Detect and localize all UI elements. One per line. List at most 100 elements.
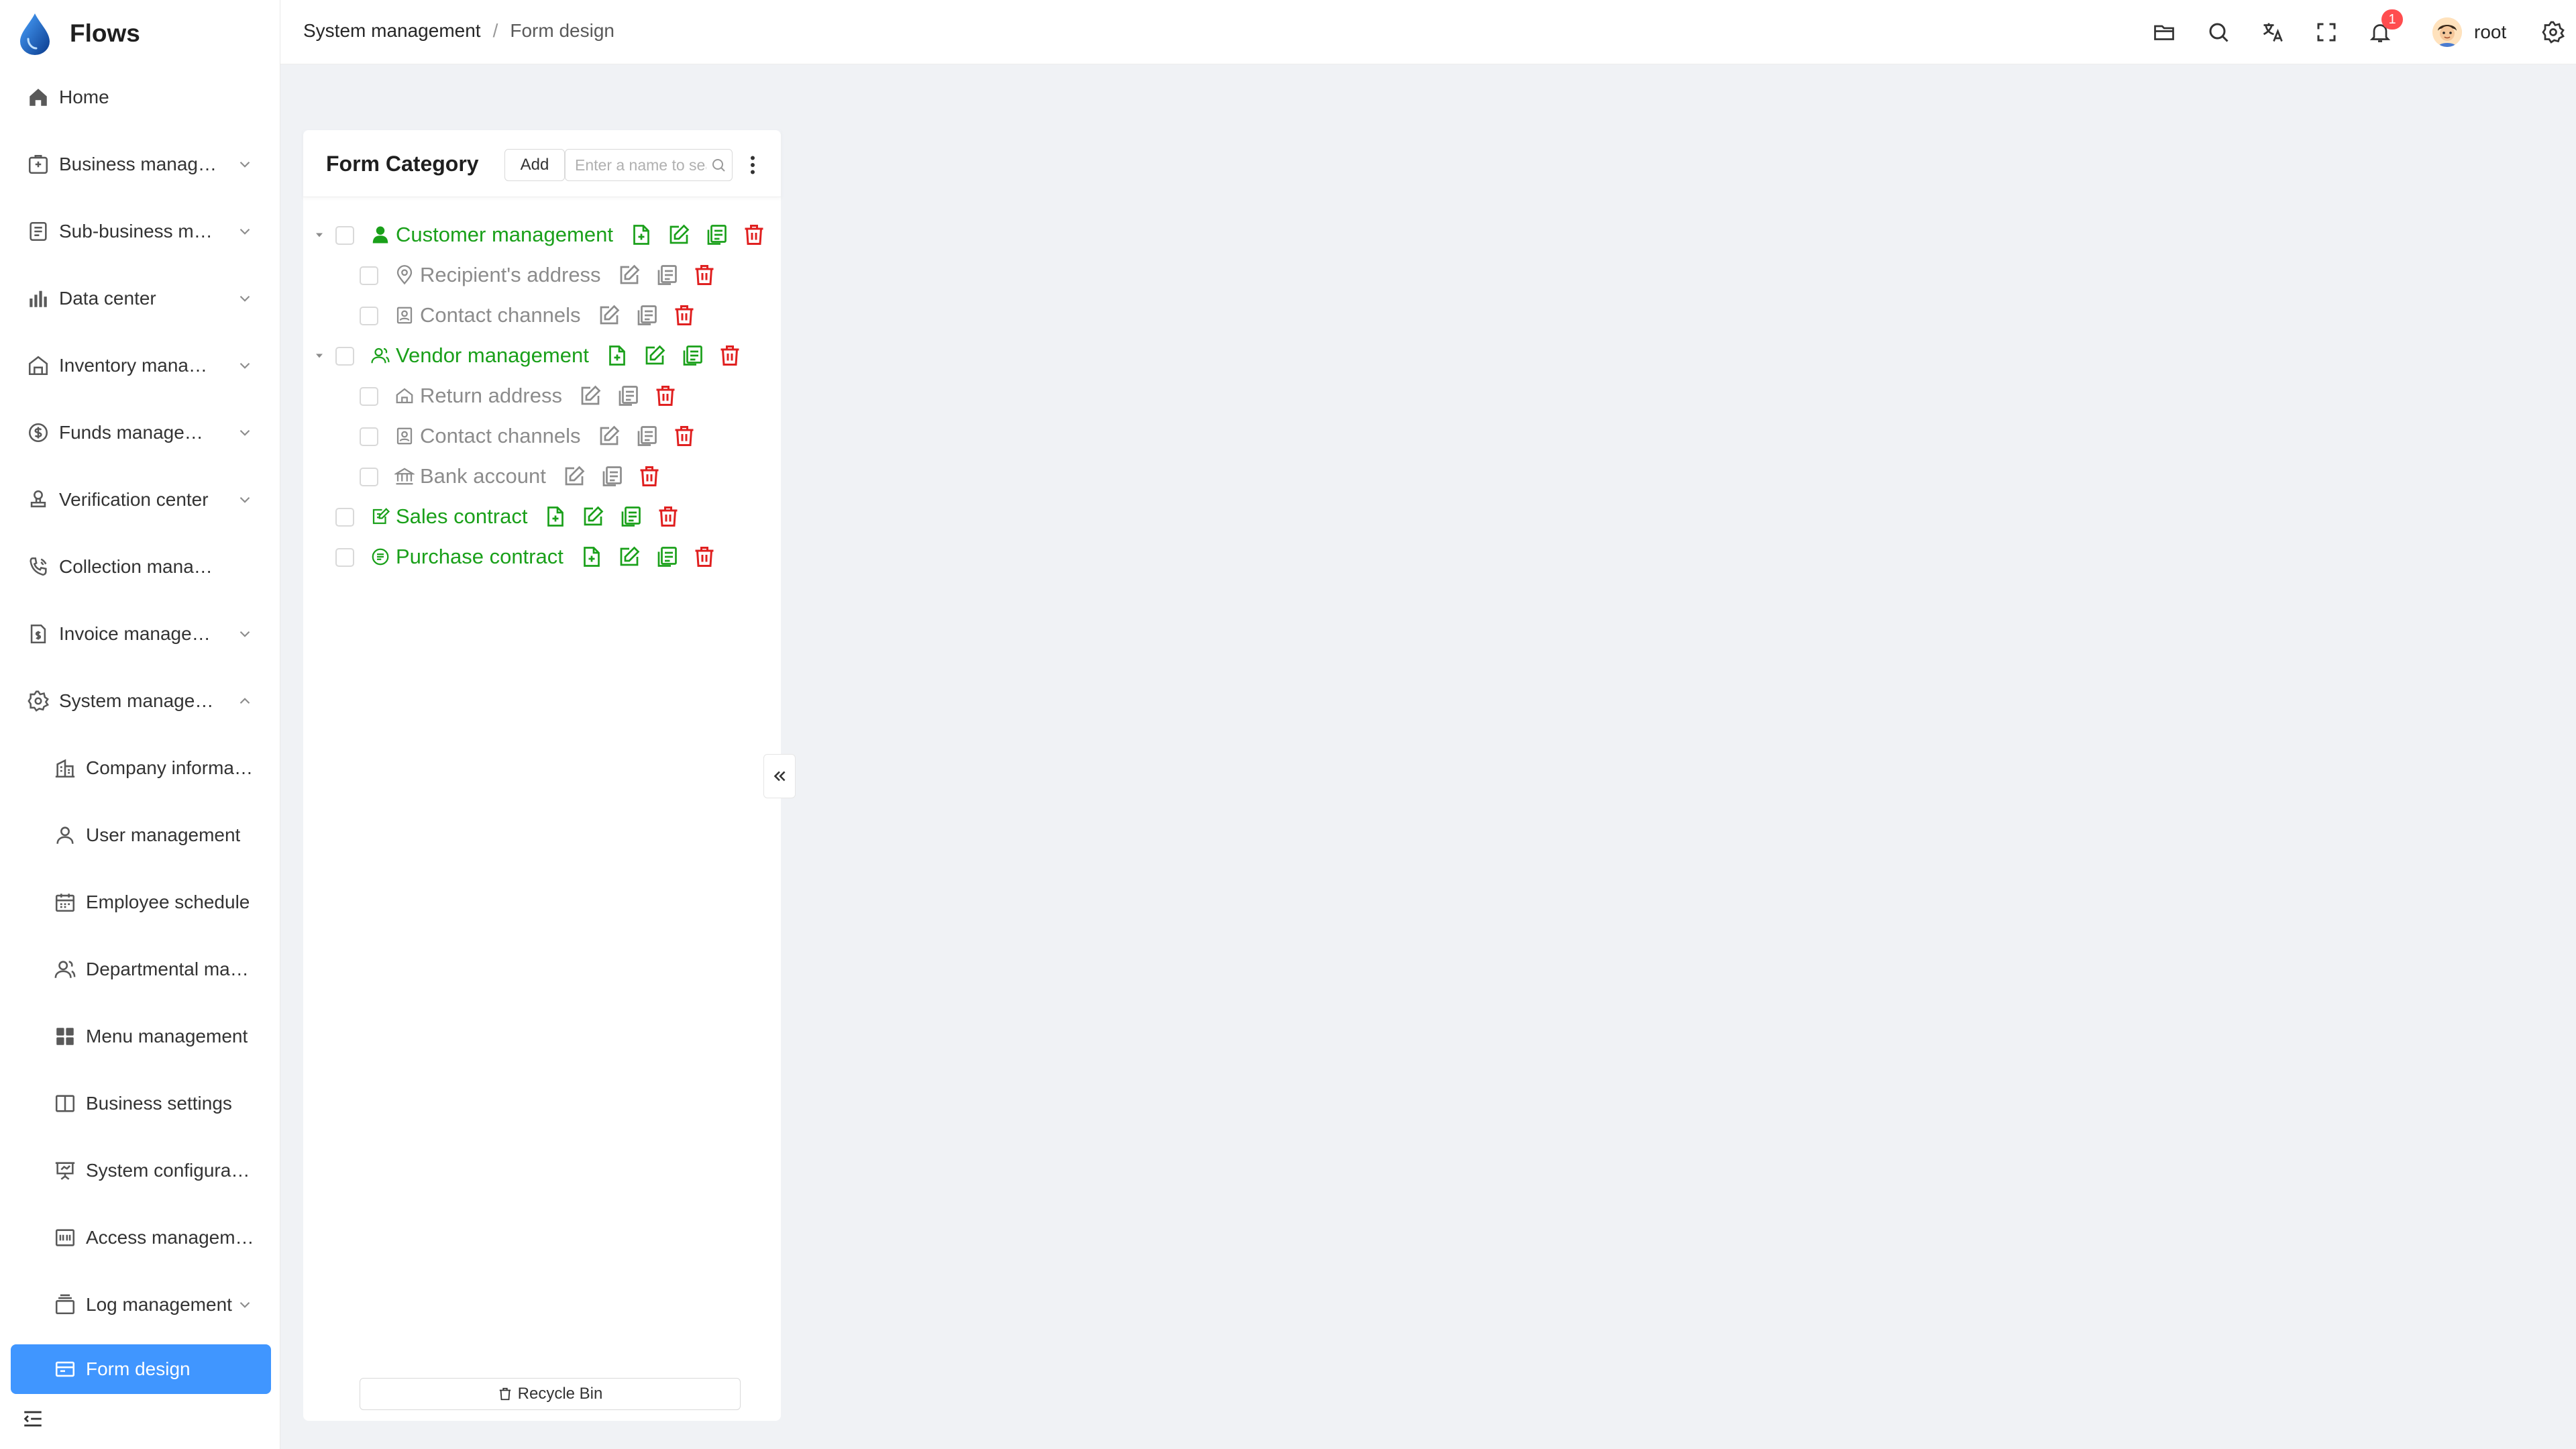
delete-icon[interactable] [692,263,716,287]
copy-icon[interactable] [655,545,679,569]
menu-fold-icon[interactable] [21,1407,44,1430]
sidebar-item-departmental-management[interactable]: Departmental management [11,945,271,994]
delete-icon[interactable] [672,424,696,448]
sidebar-item-inventory-management[interactable]: Inventory management [11,341,271,390]
tree-node-label: Customer management [396,223,613,246]
tree-node[interactable]: Bank account [303,456,781,496]
sidebar-item-funds-management[interactable]: Funds management [11,408,271,458]
list-icon [30,221,47,241]
notifications[interactable]: 1 [2368,9,2403,47]
add-file-icon[interactable] [543,504,568,529]
copy-icon[interactable] [680,343,704,368]
sidebar-item-form-design[interactable]: Form design [11,1344,271,1394]
sidebar-item-verification-center[interactable]: Verification center [11,475,271,525]
sidebar-item-sub-business-management[interactable]: Sub-business management [11,207,271,256]
add-file-icon[interactable] [605,343,629,368]
caret-down-icon[interactable] [313,349,326,362]
copy-icon[interactable] [616,384,640,408]
edit-icon[interactable] [617,263,641,287]
sidebar-item-data-center[interactable]: Data center [11,274,271,323]
category-search[interactable] [565,149,733,181]
delete-icon[interactable] [692,545,716,569]
collapse-panel-button[interactable] [763,754,796,798]
tree-node-label: Contact channels [420,303,581,327]
tree-checkbox[interactable] [360,427,378,446]
edit-icon[interactable] [597,303,621,327]
sidebar-item-collection-management[interactable]: Collection management [11,542,271,592]
tree-node[interactable]: Sales contract [303,496,781,537]
delete-icon[interactable] [742,223,766,247]
copy-icon[interactable] [704,223,729,247]
tree-checkbox[interactable] [360,468,378,486]
tree-node[interactable]: Purchase contract [303,537,781,577]
copy-icon[interactable] [635,303,659,327]
more-vertical-icon[interactable] [741,153,765,177]
translate-icon[interactable] [2261,20,2285,44]
bar-chart-icon [30,290,47,307]
edit-icon[interactable] [667,223,691,247]
sidebar-item-home[interactable]: Home [11,72,271,122]
add-button[interactable]: Add [504,149,565,181]
user-icon [56,826,74,844]
user-name: root [2474,21,2507,42]
copy-icon[interactable] [600,464,624,488]
user-menu[interactable]: root [2432,17,2506,47]
tree-node[interactable]: Contact channels [303,416,781,456]
copy-icon[interactable] [635,424,659,448]
edit-icon[interactable] [643,343,667,368]
fullscreen-icon[interactable] [2314,20,2339,44]
sidebar-item-label: System management [59,690,217,711]
sidebar-item-user-management[interactable]: User management [11,810,271,860]
tree-checkbox[interactable] [360,266,378,285]
search-icon[interactable] [2206,20,2231,44]
tree-checkbox[interactable] [335,347,354,366]
add-file-icon[interactable] [580,545,604,569]
tree-node[interactable]: Vendor management [303,335,781,376]
sidebar-item-company-information[interactable]: Company information [11,743,271,793]
bank-icon [394,468,415,485]
delete-icon[interactable] [672,303,696,327]
sidebar-item-label: Access management [86,1227,255,1248]
search-input[interactable] [575,156,706,174]
recycle-bin-button[interactable]: Recycle Bin [360,1378,741,1410]
edit-icon[interactable] [578,384,602,408]
tree-checkbox[interactable] [360,307,378,325]
caret-down-icon[interactable] [313,228,326,241]
tree-checkbox[interactable] [335,548,354,567]
tree-node[interactable]: Recipient's address [303,255,781,295]
sidebar-item-menu-management[interactable]: Menu management [11,1012,271,1061]
sidebar-item-business-management[interactable]: Business management [11,140,271,189]
folder-icon[interactable] [2152,20,2176,44]
copy-icon[interactable] [619,504,643,529]
delete-icon[interactable] [637,464,661,488]
brand[interactable]: Flows [16,12,140,55]
tree-node[interactable]: Return address [303,376,781,416]
edit-icon[interactable] [617,545,641,569]
copy-icon[interactable] [655,263,679,287]
sidebar-item-employee-schedule[interactable]: Employee schedule [11,877,271,927]
delete-icon[interactable] [653,384,678,408]
sidebar-item-label: Verification center [59,489,209,510]
settings-gear-icon[interactable] [2541,20,2565,44]
sidebar-item-invoice-management[interactable]: Invoice management [11,609,271,659]
sidebar-item-business-settings[interactable]: Business settings [11,1079,271,1128]
tree-node[interactable]: Contact channels [303,295,781,335]
edit-icon[interactable] [597,424,621,448]
tree-checkbox[interactable] [335,226,354,245]
sidebar-item-log-management[interactable]: Log management [11,1280,271,1330]
sidebar-item-system-configuration[interactable]: System configuration [11,1146,271,1195]
delete-icon[interactable] [718,343,742,368]
phone-icon [30,557,47,576]
users-icon [371,347,390,364]
add-file-icon[interactable] [629,223,653,247]
sidebar-item-access-management[interactable]: Access management [11,1213,271,1263]
sidebar-item-system-management[interactable]: System management [11,676,271,726]
delete-icon[interactable] [656,504,680,529]
edit-icon[interactable] [581,504,605,529]
warehouse-icon [28,356,48,376]
tree-checkbox[interactable] [360,387,378,406]
edit-icon[interactable] [562,464,586,488]
tree-node[interactable]: Customer management [303,215,781,255]
search-icon[interactable] [710,157,727,173]
tree-checkbox[interactable] [335,508,354,527]
